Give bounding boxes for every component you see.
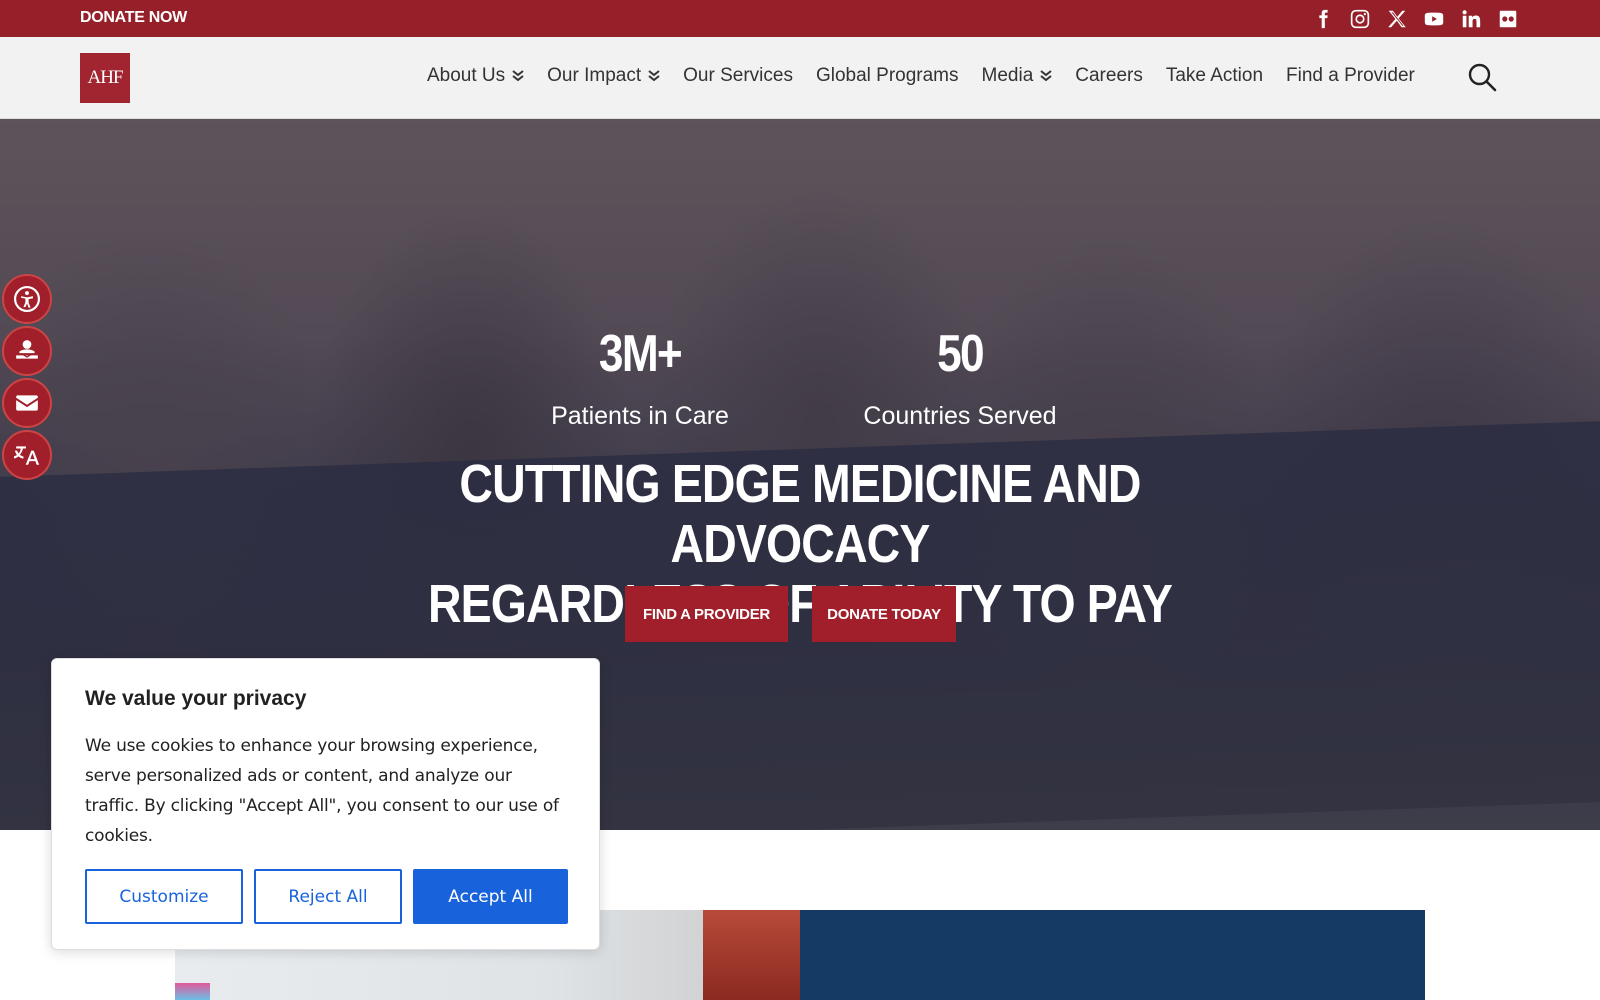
cookie-buttons: Customize Reject All Accept All: [85, 869, 568, 924]
care-button[interactable]: [2, 326, 52, 376]
cookie-body: We use cookies to enhance your browsing …: [85, 736, 559, 846]
nav-item-label: Media: [981, 65, 1034, 86]
nav-item-global-programs[interactable]: Global Programs: [816, 65, 959, 87]
chevron-double-down-icon: [512, 70, 524, 82]
social-links: [1311, 7, 1520, 31]
hero-headline-line1: CUTTING EDGE MEDICINE AND ADVOCACY: [459, 454, 1141, 574]
nav-item-label: Global Programs: [815, 65, 959, 86]
nav-item-media[interactable]: Media: [982, 65, 1053, 87]
reject-all-button[interactable]: Reject All: [254, 869, 402, 924]
nav-menu: About Us Our Impact Our Services Global …: [427, 65, 1438, 87]
nav-item-our-services[interactable]: Our Services: [683, 65, 793, 87]
email-button[interactable]: [2, 378, 52, 428]
accessibility-icon: [14, 286, 40, 312]
nav-item-label: Careers: [1075, 65, 1143, 86]
nav-item-take-action[interactable]: Take Action: [1166, 65, 1263, 87]
news-image-poster: [703, 910, 800, 1000]
customize-button[interactable]: Customize: [85, 869, 243, 924]
stat-value: 50: [937, 325, 984, 383]
nav-item-label: Our Services: [683, 65, 793, 86]
main-nav: AHF About Us Our Impact Our Services Glo…: [0, 37, 1600, 119]
stat-label: Patients in Care: [551, 402, 729, 430]
instagram-icon[interactable]: [1348, 7, 1372, 31]
nav-item-our-impact[interactable]: Our Impact: [547, 65, 660, 87]
care-icon: [16, 340, 38, 359]
nav-item-careers[interactable]: Careers: [1075, 65, 1143, 87]
cookie-consent-dialog: We value your privacy We use cookies to …: [51, 658, 600, 950]
stat-label: Countries Served: [863, 402, 1057, 430]
nav-item-find-a-provider[interactable]: Find a Provider: [1286, 65, 1415, 87]
translate-icon: [14, 446, 40, 465]
stat-countries: 50 Countries Served: [840, 324, 1080, 431]
nav-item-label: Our Impact: [547, 65, 642, 86]
accessibility-button[interactable]: [2, 274, 52, 324]
search-icon[interactable]: [1467, 62, 1497, 92]
nav-item-label: Take Action: [1165, 65, 1264, 86]
linkedin-icon[interactable]: [1459, 7, 1483, 31]
flag-image-fragment: [175, 983, 210, 1000]
stat-value: 3M+: [598, 325, 683, 383]
donate-now-link[interactable]: DONATE NOW: [80, 9, 187, 27]
translate-button[interactable]: [2, 430, 52, 480]
nav-item-about-us[interactable]: About Us: [427, 65, 524, 87]
top-bar: DONATE NOW: [0, 0, 1600, 37]
find-a-provider-button[interactable]: FIND A PROVIDER: [625, 586, 788, 642]
featured-panel: [800, 910, 1425, 1000]
chevron-double-down-icon: [1040, 70, 1052, 82]
email-icon: [16, 395, 38, 411]
nav-item-label: Find a Provider: [1286, 65, 1415, 86]
youtube-icon[interactable]: [1422, 7, 1446, 31]
donate-today-button[interactable]: DONATE TODAY: [812, 586, 956, 642]
nav-item-label: About Us: [427, 65, 506, 86]
facebook-icon[interactable]: [1311, 7, 1335, 31]
x-icon[interactable]: [1385, 7, 1409, 31]
hero-headline-line2: REGARDLESS OF ABILITY TO PAY: [427, 574, 1173, 634]
flickr-icon[interactable]: [1496, 7, 1520, 31]
hero-headline: CUTTING EDGE MEDICINE AND ADVOCACY REGAR…: [370, 454, 1230, 634]
accept-all-button[interactable]: Accept All: [413, 869, 568, 924]
cookie-title: We value your privacy: [85, 687, 307, 710]
chevron-double-down-icon: [648, 70, 660, 82]
stat-patients: 3M+ Patients in Care: [540, 324, 740, 431]
ahf-logo[interactable]: AHF: [80, 53, 130, 103]
